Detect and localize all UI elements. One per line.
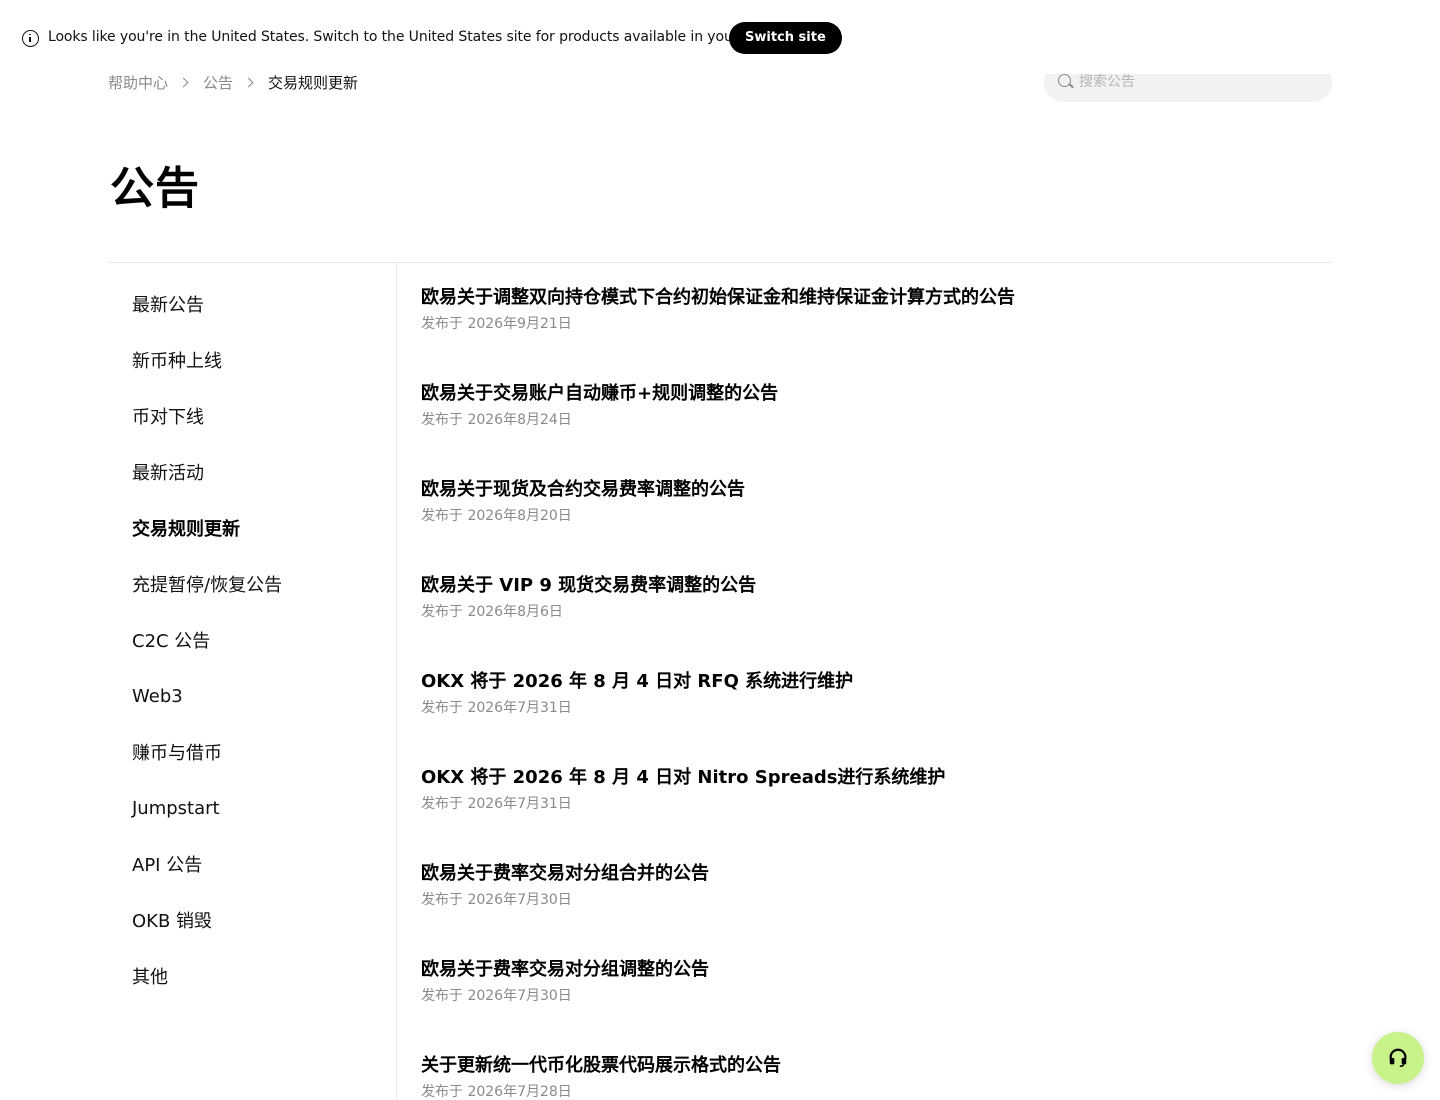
announcement-date: 发布于 2026年7月28日 (421, 1084, 572, 1100)
breadcrumb-help-center[interactable]: 帮助中心 (108, 72, 168, 93)
announcement-title[interactable]: 欧易关于 VIP 9 现货交易费率调整的公告 (421, 572, 1321, 600)
announcement-date: 发布于 2026年9月21日 (421, 316, 572, 332)
list-item[interactable]: 欧易关于现货及合约交易费率调整的公告 发布于 2026年8月20日 (421, 476, 1321, 572)
sidebar-item-new-listings[interactable]: 新币种上线 (132, 332, 392, 388)
list-item[interactable]: OKX 将于 2026 年 8 月 4 日对 Nitro Spreads进行系统… (421, 764, 1321, 860)
banner-text: Looks like you're in the United States. … (48, 29, 791, 45)
list-item[interactable]: 欧易关于费率交易对分组合并的公告 发布于 2026年7月30日 (421, 860, 1321, 956)
list-item[interactable]: 欧易关于 VIP 9 现货交易费率调整的公告 发布于 2026年8月6日 (421, 572, 1321, 668)
breadcrumb-current: 交易规则更新 (268, 74, 359, 92)
breadcrumb-announcements[interactable]: 公告 (203, 72, 233, 93)
sidebar-item-trading-rules[interactable]: 交易规则更新 (132, 500, 392, 556)
announcement-title[interactable]: OKX 将于 2026 年 8 月 4 日对 Nitro Spreads进行系统… (421, 764, 1321, 792)
announcement-title[interactable]: 欧易关于费率交易对分组调整的公告 (421, 956, 1321, 984)
breadcrumb: 帮助中心 公告 交易规则更新 (108, 72, 358, 93)
page-title: 公告 (110, 163, 200, 214)
headset-icon (1389, 1048, 1407, 1068)
sidebar-item-web3[interactable]: Web3 (132, 668, 392, 724)
divider (108, 262, 1332, 263)
info-icon (22, 30, 39, 47)
sidebar-item-deposit-withdrawal[interactable]: 充提暂停/恢复公告 (132, 556, 392, 612)
region-banner: Looks like you're in the United States. … (0, 0, 1440, 74)
chevron-right-icon (243, 77, 254, 88)
announcement-date: 发布于 2026年7月30日 (421, 892, 572, 908)
announcement-date: 发布于 2026年7月31日 (421, 700, 572, 716)
announcement-date: 发布于 2026年8月20日 (421, 508, 572, 524)
sidebar-item-c2c[interactable]: C2C 公告 (132, 612, 392, 668)
category-sidebar: 最新公告 新币种上线 币对下线 最新活动 交易规则更新 充提暂停/恢复公告 C2… (132, 276, 392, 1004)
announcement-title[interactable]: 欧易关于调整双向持仓模式下合约初始保证金和维持保证金计算方式的公告 (421, 284, 1321, 312)
announcement-title[interactable]: OKX 将于 2026 年 8 月 4 日对 RFQ 系统进行维护 (421, 668, 1321, 696)
announcement-list: 欧易关于调整双向持仓模式下合约初始保证金和维持保证金计算方式的公告 发布于 20… (421, 284, 1321, 1100)
list-item[interactable]: 关于更新统一代币化股票代码展示格式的公告 发布于 2026年7月28日 (421, 1052, 1321, 1100)
list-item[interactable]: OKX 将于 2026 年 8 月 4 日对 RFQ 系统进行维护 发布于 20… (421, 668, 1321, 764)
list-item[interactable]: 欧易关于调整双向持仓模式下合约初始保证金和维持保证金计算方式的公告 发布于 20… (421, 284, 1321, 380)
search-icon (1058, 74, 1071, 87)
announcement-title[interactable]: 欧易关于费率交易对分组合并的公告 (421, 860, 1321, 888)
sidebar-item-okb-burn[interactable]: OKB 销毁 (132, 892, 392, 948)
announcement-title[interactable]: 关于更新统一代币化股票代码展示格式的公告 (421, 1052, 1321, 1080)
support-chat-button[interactable] (1372, 1032, 1424, 1084)
announcement-title[interactable]: 欧易关于现货及合约交易费率调整的公告 (421, 476, 1321, 504)
sidebar-item-earn-loan[interactable]: 赚币与借币 (132, 724, 392, 780)
sidebar-item-other[interactable]: 其他 (132, 948, 392, 1004)
sidebar-divider (396, 262, 397, 1100)
search-input[interactable] (1079, 72, 1319, 92)
announcement-date: 发布于 2026年8月6日 (421, 604, 563, 620)
sidebar-item-events[interactable]: 最新活动 (132, 444, 392, 500)
announcement-date: 发布于 2026年7月31日 (421, 796, 572, 812)
list-item[interactable]: 欧易关于费率交易对分组调整的公告 发布于 2026年7月30日 (421, 956, 1321, 1052)
sidebar-item-jumpstart[interactable]: Jumpstart (132, 780, 392, 836)
announcement-title[interactable]: 欧易关于交易账户自动赚币+规则调整的公告 (421, 380, 1321, 408)
sidebar-item-delistings[interactable]: 币对下线 (132, 388, 392, 444)
sidebar-item-latest[interactable]: 最新公告 (132, 276, 392, 332)
announcement-date: 发布于 2026年8月24日 (421, 412, 572, 428)
chevron-right-icon (178, 77, 189, 88)
announcement-date: 发布于 2026年7月30日 (421, 988, 572, 1004)
sidebar-item-api[interactable]: API 公告 (132, 836, 392, 892)
list-item[interactable]: 欧易关于交易账户自动赚币+规则调整的公告 发布于 2026年8月24日 (421, 380, 1321, 476)
switch-site-button[interactable]: Switch site (729, 22, 842, 54)
